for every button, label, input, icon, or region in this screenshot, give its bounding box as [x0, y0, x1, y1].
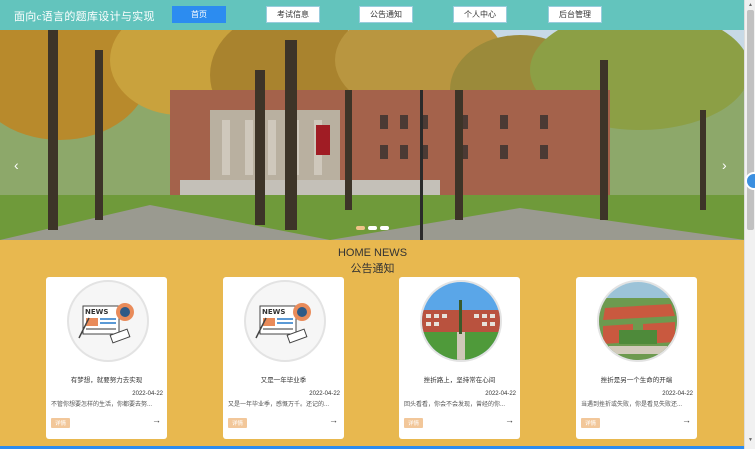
campus-photo — [420, 280, 502, 362]
scroll-down-icon[interactable]: ▼ — [748, 437, 753, 443]
news-icon: NEWS — [244, 280, 326, 362]
nav-personal-center[interactable]: 个人中心 — [453, 6, 507, 23]
card-title[interactable]: 挫折路上，坚持常在心间 — [399, 374, 520, 384]
nav-admin[interactable]: 后台管理 — [548, 6, 602, 23]
card-date: 2022-04-22 — [132, 391, 163, 397]
arrow-right-icon[interactable]: → — [329, 415, 338, 425]
section-heading-en: HOME NEWS — [337, 247, 408, 259]
card-description: 当遇到挫折或失败，你是看见失败还... — [581, 402, 683, 408]
nav-home[interactable]: 首页 — [172, 6, 226, 23]
section-heading-cn: 公告通知 — [350, 263, 395, 275]
card-title[interactable]: 又是一年毕业季 — [223, 374, 344, 384]
news-card[interactable]: 挫折是另一个生命的开端 2022-04-22 当遇到挫折或失败，你是看见失败还.… — [576, 277, 697, 439]
carousel-dot-1[interactable] — [356, 226, 365, 230]
card-date: 2022-04-22 — [662, 391, 693, 397]
nav-exam-info[interactable]: 考试信息 — [266, 6, 320, 23]
carousel-dot-2[interactable] — [368, 226, 377, 230]
card-tag[interactable]: 详情 — [51, 418, 71, 428]
carousel-prev-icon[interactable]: ‹ — [14, 158, 19, 172]
card-tag[interactable]: 详情 — [581, 418, 601, 428]
arrow-right-icon[interactable]: → — [505, 415, 514, 425]
card-tag[interactable]: 详情 — [404, 418, 424, 428]
nav-announcements[interactable]: 公告通知 — [359, 6, 413, 23]
scrollbar-thumb[interactable] — [747, 10, 754, 230]
scroll-up-icon[interactable]: ▲ — [748, 2, 753, 8]
svg-text:NEWS: NEWS — [262, 308, 285, 316]
news-card[interactable]: NEWS 有梦想，就要努力去实现 2022-04-22 不管你想要怎样的生活，你… — [46, 277, 167, 439]
news-card[interactable]: 挫折路上，坚持常在心间 2022-04-22 回头看看，你会不会发现，曾经的你.… — [399, 277, 520, 439]
carousel-next-icon[interactable]: › — [722, 158, 727, 172]
card-title[interactable]: 有梦想，就要努力去实现 — [46, 374, 167, 384]
card-tag[interactable]: 详情 — [228, 418, 248, 428]
card-description: 回头看看，你会不会发现，曾经的你... — [404, 402, 506, 408]
card-date: 2022-04-22 — [309, 391, 340, 397]
news-card[interactable]: NEWS 又是一年毕业季 2022-04-22 又是一年毕业季，感慨万千。还记的… — [223, 277, 344, 439]
svg-text:NEWS: NEWS — [85, 308, 108, 316]
card-description: 又是一年毕业季，感慨万千。还记的... — [228, 402, 330, 408]
news-icon: NEWS — [67, 280, 149, 362]
card-date: 2022-04-22 — [485, 391, 516, 397]
top-navigation-bar: 面向c语言的题库设计与实现 首页 考试信息 公告通知 个人中心 后台管理 — [0, 0, 745, 30]
arrow-right-icon[interactable]: → — [682, 415, 691, 425]
arrow-right-icon[interactable]: → — [152, 415, 161, 425]
card-description: 不管你想要怎样的生活，你都要去努... — [51, 402, 153, 408]
banner-image — [0, 30, 745, 240]
carousel-dot-3[interactable] — [380, 226, 389, 230]
site-title: 面向c语言的题库设计与实现 — [14, 11, 155, 23]
campus-aerial-photo — [597, 280, 679, 362]
page-scrollbar[interactable]: ▲ ▼ — [744, 0, 755, 449]
banner-carousel[interactable]: ‹ › — [0, 30, 745, 240]
card-title[interactable]: 挫折是另一个生命的开端 — [576, 374, 697, 384]
